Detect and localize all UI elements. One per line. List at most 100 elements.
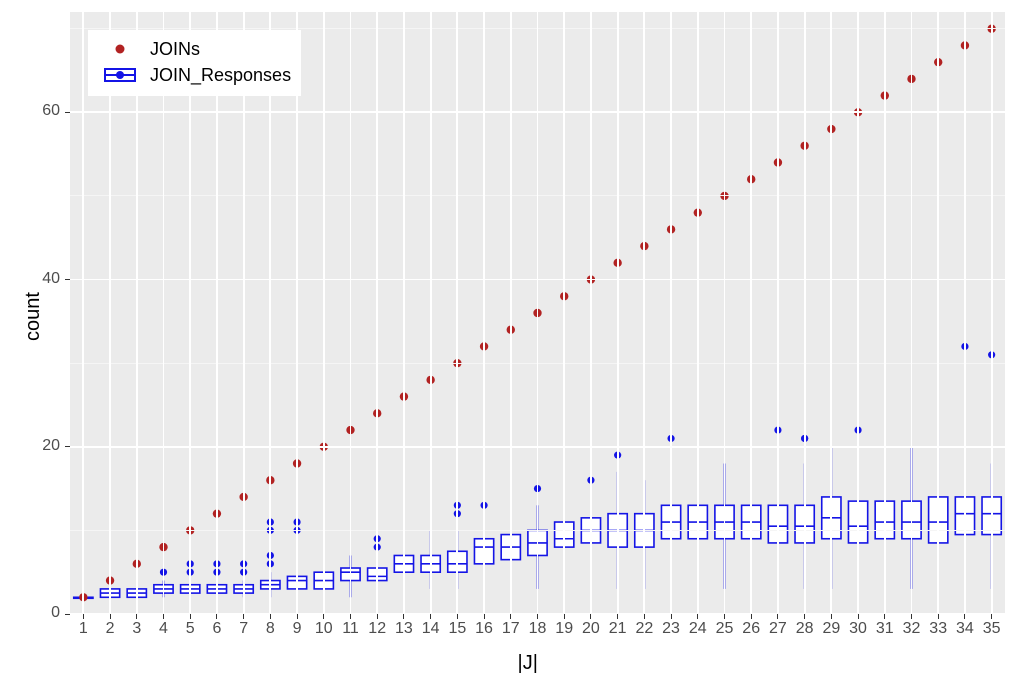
x-tick-label: 30: [844, 620, 872, 638]
x-tick: [644, 614, 645, 619]
grid-line-vertical: [82, 12, 84, 614]
grid-line-vertical: [643, 12, 645, 614]
legend: JOINs JOIN_Responses: [88, 30, 301, 96]
grid-line-vertical: [750, 12, 752, 614]
grid-line-vertical: [350, 12, 352, 614]
x-tick-label: 6: [203, 620, 231, 638]
grid-line-vertical: [937, 12, 939, 614]
grid-line-vertical: [857, 12, 859, 614]
x-tick: [83, 614, 84, 619]
x-tick: [484, 614, 485, 619]
x-tick-label: 9: [283, 620, 311, 638]
legend-label-joins: JOINs: [150, 39, 200, 60]
grid-line-vertical: [430, 12, 432, 614]
grid-line-vertical: [456, 12, 458, 614]
x-tick: [323, 614, 324, 619]
x-tick: [297, 614, 298, 619]
grid-line-vertical: [269, 12, 271, 614]
x-tick-label: 21: [604, 620, 632, 638]
grid-line-vertical: [617, 12, 619, 614]
grid-line-vertical: [964, 12, 966, 614]
x-tick-label: 32: [898, 620, 926, 638]
x-tick: [671, 614, 672, 619]
legend-item-joins: JOINs: [98, 36, 291, 62]
x-tick-label: 29: [817, 620, 845, 638]
x-tick-label: 12: [363, 620, 391, 638]
y-tick-label: 20: [0, 437, 60, 455]
x-tick-label: 5: [176, 620, 204, 638]
x-tick: [697, 614, 698, 619]
y-tick: [65, 446, 70, 447]
y-tick-label: 0: [0, 604, 60, 622]
grid-line-vertical: [403, 12, 405, 614]
x-tick-label: 3: [123, 620, 151, 638]
x-tick-label: 14: [417, 620, 445, 638]
x-tick-label: 4: [150, 620, 178, 638]
x-tick-label: 7: [230, 620, 258, 638]
x-tick-label: 23: [657, 620, 685, 638]
x-tick: [831, 614, 832, 619]
x-tick-label: 20: [577, 620, 605, 638]
x-tick-label: 33: [924, 620, 952, 638]
y-tick-label: 40: [0, 270, 60, 288]
legend-key-join-responses: [98, 65, 142, 85]
grid-line-vertical: [590, 12, 592, 614]
grid-line-vertical: [777, 12, 779, 614]
grid-line-vertical: [136, 12, 138, 614]
grid-line-vertical: [724, 12, 726, 614]
x-tick-label: 27: [764, 620, 792, 638]
x-tick: [430, 614, 431, 619]
x-tick: [377, 614, 378, 619]
grid-line-vertical: [163, 12, 165, 614]
x-axis-title: |J|: [518, 652, 538, 675]
x-tick-label: 24: [684, 620, 712, 638]
x-tick: [510, 614, 511, 619]
x-tick-label: 22: [630, 620, 658, 638]
x-tick-label: 18: [524, 620, 552, 638]
x-tick: [804, 614, 805, 619]
point-icon: [116, 45, 125, 54]
grid-line-vertical: [830, 12, 832, 614]
x-tick-label: 1: [69, 620, 97, 638]
x-tick-label: 28: [791, 620, 819, 638]
x-tick: [938, 614, 939, 619]
grid-line-vertical: [243, 12, 245, 614]
y-tick: [65, 279, 70, 280]
x-tick: [590, 614, 591, 619]
x-tick: [991, 614, 992, 619]
x-tick-label: 26: [737, 620, 765, 638]
legend-label-join-responses: JOIN_Responses: [150, 65, 291, 86]
y-axis-title: count: [22, 292, 45, 341]
grid-line-vertical: [376, 12, 378, 614]
x-tick-label: 10: [310, 620, 338, 638]
legend-key-joins: [98, 39, 142, 59]
grid-line-vertical: [323, 12, 325, 614]
grid-line-vertical: [884, 12, 886, 614]
x-tick-label: 16: [470, 620, 498, 638]
x-tick-label: 8: [256, 620, 284, 638]
grid-line-vertical: [216, 12, 218, 614]
x-tick: [564, 614, 565, 619]
x-tick: [964, 614, 965, 619]
grid-line-vertical: [537, 12, 539, 614]
x-tick-label: 31: [871, 620, 899, 638]
x-tick: [136, 614, 137, 619]
grid-line-vertical: [804, 12, 806, 614]
x-tick: [243, 614, 244, 619]
grid-line-vertical: [296, 12, 298, 614]
x-tick-label: 15: [443, 620, 471, 638]
x-tick-label: 35: [978, 620, 1006, 638]
legend-item-join-responses: JOIN_Responses: [98, 62, 291, 88]
x-tick: [911, 614, 912, 619]
x-tick-label: 25: [711, 620, 739, 638]
x-tick: [858, 614, 859, 619]
x-tick: [163, 614, 164, 619]
y-tick-label: 60: [0, 102, 60, 120]
boxplot-point-icon: [116, 71, 124, 79]
grid-line-vertical: [563, 12, 565, 614]
x-tick: [777, 614, 778, 619]
y-tick: [65, 614, 70, 615]
grid-line-vertical: [911, 12, 913, 614]
x-tick: [884, 614, 885, 619]
x-tick-label: 11: [337, 620, 365, 638]
